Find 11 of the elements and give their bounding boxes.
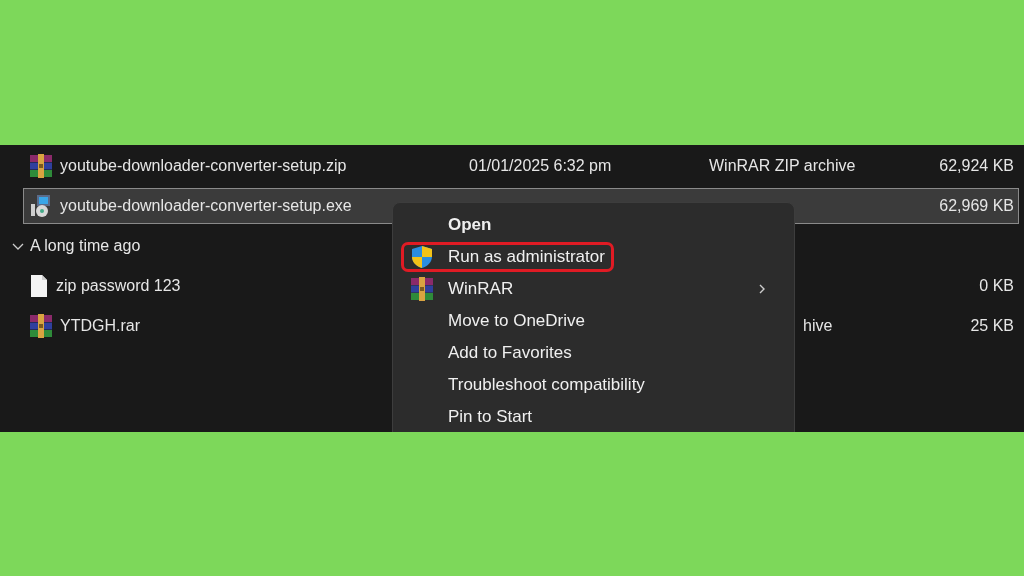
date-modified: 01/01/2025 6:32 pm [469,157,612,174]
file-size: 62,924 KB [939,157,1015,175]
file-type: WinRAR ZIP archive [709,157,856,174]
file-type: hive [803,317,833,334]
file-size: 0 KB [979,277,1015,295]
file-size: 25 KB [970,317,1015,335]
file-name: youtube-downloader-converter-setup.zip [60,157,347,175]
file-name: youtube-downloader-converter-setup.exe [60,197,352,215]
file-name: zip password 123 [56,277,181,295]
file-size: 62,969 KB [939,197,1015,215]
file-name: YTDGH.rar [60,317,140,335]
